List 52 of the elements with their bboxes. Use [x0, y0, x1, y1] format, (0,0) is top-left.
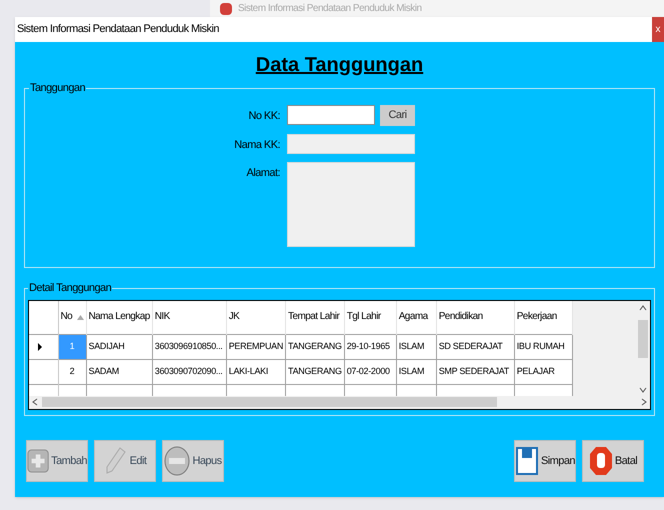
scroll-down-icon[interactable] [639, 386, 647, 392]
table-cell[interactable]: SADAM [86, 360, 152, 384]
pencil-icon [104, 446, 128, 476]
table-cell[interactable]: SADIJAH [86, 334, 152, 360]
scroll-thumb[interactable] [638, 320, 648, 358]
column-header[interactable]: NIK [152, 300, 226, 334]
scroll-thumb[interactable] [42, 397, 497, 407]
table-cell[interactable]: 07-02-2000 [344, 360, 396, 384]
group-title: Detail Tanggungan [28, 281, 112, 296]
table-cell[interactable]: LAKI-LAKI [226, 360, 286, 384]
table-cell[interactable]: PELAJAR [514, 360, 572, 384]
table-cell[interactable]: TANGERANG [286, 334, 344, 360]
background-window-title: Sistem Informasi Pendataan Penduduk Miskin [238, 2, 422, 16]
table-cell[interactable]: TANGERANG [286, 360, 344, 384]
table-cell[interactable]: ISLAM [396, 360, 436, 384]
table-cell[interactable]: SD SEDERAJAT [436, 334, 514, 360]
table-cell[interactable]: 29-10-1965 [344, 334, 396, 360]
table-cell[interactable]: PEREMPUAN [226, 334, 286, 360]
form-heading: Data Tanggungan [256, 53, 424, 78]
column-header[interactable]: Pendidikan [436, 300, 514, 334]
table-cell[interactable]: IBU RUMAH [514, 334, 572, 360]
column-header[interactable]: Tempat Lahir [286, 300, 344, 334]
close-button[interactable]: x [652, 17, 664, 42]
table-cell[interactable]: 3603096910850... [152, 334, 226, 360]
current-row-icon [38, 343, 42, 351]
minus-icon [164, 446, 190, 476]
column-header[interactable]: JK [226, 300, 286, 334]
stop-hand-icon [588, 446, 613, 476]
plus-icon [27, 447, 50, 475]
cancel-button[interactable]: Batal [582, 440, 644, 482]
scroll-right-icon[interactable] [641, 398, 647, 406]
column-header[interactable]: Nama Lengkap [86, 300, 152, 334]
table-cell[interactable]: ISLAM [396, 334, 436, 360]
app-icon [220, 2, 232, 14]
field-label: Nama KK: [233, 138, 281, 152]
scroll-left-icon[interactable] [32, 398, 38, 406]
input-field[interactable] [287, 104, 375, 124]
sort-icon [76, 314, 84, 320]
table-cell[interactable]: SMP SEDERAJAT [436, 360, 514, 384]
horizontal-scrollbar[interactable] [29, 396, 650, 408]
save-button[interactable]: Simpan [514, 440, 576, 482]
field-label: Alamat: [246, 166, 281, 180]
scroll-up-icon[interactable] [639, 304, 647, 310]
column-header[interactable]: Tgl Lahir [344, 300, 396, 334]
table-cell[interactable]: 3603090702090... [152, 360, 226, 384]
group-title: Tanggungan [29, 81, 86, 96]
column-header[interactable]: Agama [396, 300, 436, 334]
column-header[interactable]: Pekerjaan [514, 300, 572, 334]
search-button[interactable]: Cari [380, 104, 415, 126]
table-cell[interactable]: 2 [58, 360, 86, 384]
field-label: No KK: [247, 108, 281, 124]
window-title: Sistem Informasi Pendataan Penduduk Miskin [17, 22, 219, 38]
